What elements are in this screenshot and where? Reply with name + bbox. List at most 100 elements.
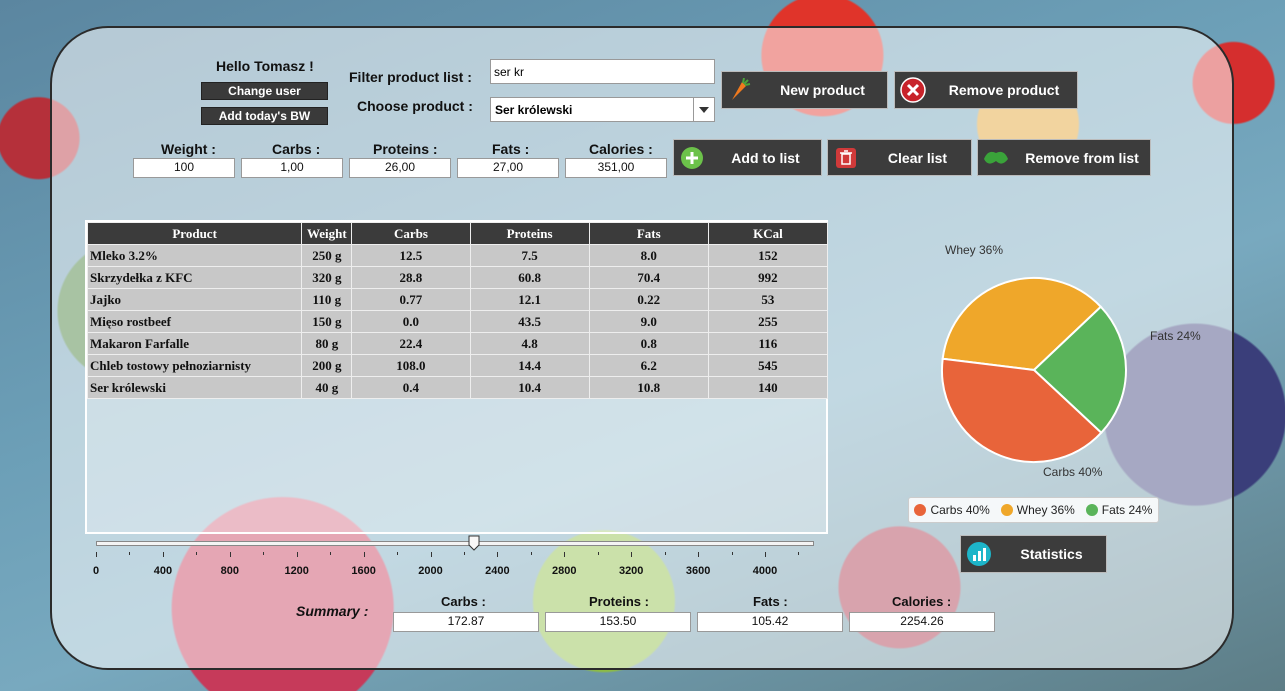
- legend-label: Whey 36%: [1016, 503, 1075, 517]
- table-cell: 0.77: [351, 288, 471, 311]
- table-cell: 12.1: [469, 288, 590, 311]
- table-cell: 0.0: [351, 310, 471, 333]
- slider-tick: [698, 552, 700, 557]
- table-cell: 10.8: [588, 376, 709, 399]
- column-header[interactable]: KCal: [707, 222, 829, 245]
- greeting: Hello Tomasz !: [216, 58, 314, 74]
- table-cell: 255: [707, 310, 829, 333]
- filter-input[interactable]: ser kr: [490, 59, 715, 84]
- table-row[interactable]: Ser królewski 40 g 0.4 10.4 10.8 140: [86, 376, 829, 399]
- table-cell: 110 g: [301, 288, 353, 311]
- chart-icon: [961, 541, 997, 567]
- table-cell: 10.4: [469, 376, 590, 399]
- slider-tick-label: 2800: [552, 565, 577, 577]
- slider-tick: [129, 552, 131, 555]
- table-row[interactable]: Chleb tostowy pełnoziarnisty 200 g 108.0 14…: [86, 354, 829, 377]
- table-cell: 12.5: [351, 244, 471, 267]
- product-table-box: Product Weight Carbs Proteins Fats KCal Mleko…: [85, 220, 829, 534]
- slider-tick-label: 400: [153, 565, 173, 577]
- column-header[interactable]: Fats: [588, 222, 709, 245]
- add-to-list-label: Add to list: [731, 149, 800, 166]
- slider-tick: [631, 552, 633, 557]
- pie-chart: Whey 36% Fats 24% Carbs 40%: [941, 243, 1201, 479]
- column-header[interactable]: Carbs: [351, 222, 471, 245]
- slider-tick: [597, 552, 599, 555]
- leaf-icon: [978, 147, 1014, 169]
- slider-tick-label: 2400: [485, 565, 510, 577]
- remove-from-list-button[interactable]: Remove from list: [977, 139, 1151, 176]
- table-cell: Mięso rostbeef: [86, 310, 303, 333]
- column-header[interactable]: Weight: [301, 222, 353, 245]
- fats-input[interactable]: 27,00: [457, 158, 559, 178]
- table-cell: 108.0: [351, 354, 471, 377]
- product-select[interactable]: Ser królewski: [490, 97, 715, 122]
- table-row[interactable]: Mleko 3.2% 250 g 12.5 7.5 8.0 152: [86, 244, 829, 267]
- table-row[interactable]: Skrzydełka z KFC 320 g 28.8 60.8 70.4 992: [86, 266, 829, 289]
- legend-swatch-icon: [1085, 504, 1098, 516]
- proteins-input[interactable]: 26,00: [349, 158, 451, 178]
- slider-tick-label: 4000: [752, 565, 778, 577]
- column-header[interactable]: Proteins: [469, 222, 590, 245]
- slider-tick: [96, 552, 97, 557]
- legend-item-fats: Fats 24%: [1085, 503, 1153, 517]
- choose-label: Choose product :: [357, 98, 473, 114]
- table-row[interactable]: Jajko 110 g 0.77 12.1 0.22 53: [86, 288, 829, 311]
- slider-tick: [664, 552, 666, 555]
- table-cell: 7.5: [469, 244, 590, 267]
- slider-tick: [731, 552, 733, 555]
- slider-tick: [798, 552, 800, 555]
- legend-swatch-icon: [914, 504, 927, 516]
- table-cell: 9.0: [588, 310, 709, 333]
- slider-tick-label: 3600: [685, 565, 711, 577]
- slider-tick: [229, 552, 231, 557]
- table-body: Mleko 3.2% 250 g 12.5 7.5 8.0 152 Skrzydełka z…: [86, 244, 829, 399]
- add-bw-button[interactable]: Add today's BW: [201, 107, 328, 125]
- slider-tick: [296, 552, 298, 557]
- table-cell: Jajko: [86, 288, 303, 311]
- slider-thumb[interactable]: [468, 535, 480, 551]
- summary-carbs-value: 172.87: [393, 612, 539, 632]
- slider-tick-label: 1600: [351, 565, 376, 577]
- slider-tick: [330, 552, 332, 555]
- table-header-row: Product Weight Carbs Proteins Fats KCal: [86, 222, 829, 245]
- legend-swatch-icon: [1000, 504, 1013, 516]
- column-header[interactable]: Product: [86, 222, 303, 245]
- calories-input[interactable]: 351,00: [565, 158, 667, 178]
- legend-label: Carbs 40%: [930, 503, 990, 517]
- table-row[interactable]: Mięso rostbeef 150 g 0.0 43.5 9.0 255: [86, 310, 829, 333]
- trash-icon: [828, 146, 864, 170]
- chevron-down-icon[interactable]: [693, 98, 714, 121]
- table-cell: Mleko 3.2%: [86, 244, 303, 267]
- table-cell: 0.4: [351, 376, 471, 399]
- product-select-value: Ser królewski: [495, 103, 573, 117]
- table-cell: 70.4: [588, 266, 709, 289]
- table-cell: 14.4: [469, 354, 590, 377]
- summary-proteins-value: 153.50: [545, 612, 691, 632]
- table-row[interactable]: Makaron Farfalle 80 g 22.4 4.8 0.8 116: [86, 332, 829, 355]
- table-cell: Skrzydełka z KFC: [86, 266, 303, 289]
- table-cell: 53: [707, 288, 829, 311]
- proteins-label: Proteins :: [373, 141, 438, 157]
- table-cell: Chleb tostowy pełnoziarnisty: [86, 354, 303, 377]
- new-product-button[interactable]: New product: [721, 71, 888, 109]
- slider-tick-label: 800: [220, 565, 239, 577]
- summary-fats-value: 105.42: [697, 612, 843, 632]
- carbs-label: Carbs :: [272, 141, 321, 157]
- add-to-list-button[interactable]: Add to list: [673, 139, 822, 176]
- slider-track[interactable]: [96, 541, 814, 546]
- calories-label: Calories :: [589, 141, 653, 157]
- table-cell: Ser królewski: [86, 376, 303, 399]
- weight-input[interactable]: 100: [133, 158, 235, 178]
- table-cell: 80 g: [301, 332, 353, 355]
- table-cell: 140: [707, 376, 829, 399]
- filter-label: Filter product list :: [349, 69, 472, 85]
- remove-product-button[interactable]: Remove product: [894, 71, 1078, 109]
- statistics-button[interactable]: Statistics: [960, 535, 1107, 573]
- legend-label: Fats 24%: [1101, 503, 1153, 517]
- clear-list-label: Clear list: [887, 149, 948, 166]
- fats-label: Fats :: [492, 141, 530, 157]
- summary-proteins-label: Proteins :: [589, 594, 649, 609]
- change-user-button[interactable]: Change user: [201, 82, 328, 100]
- clear-list-button[interactable]: Clear list: [827, 139, 972, 176]
- carbs-input[interactable]: 1,00: [241, 158, 343, 178]
